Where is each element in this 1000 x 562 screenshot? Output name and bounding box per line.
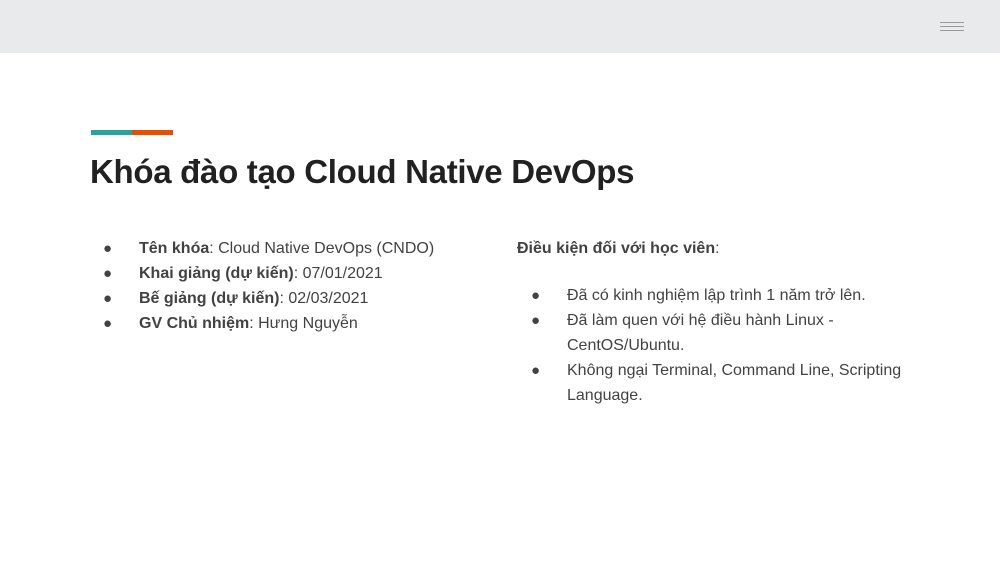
requirement-text: Không ngại Terminal, Command Line, Scrip…: [567, 362, 902, 404]
info-value: : Cloud Native DevOps (CNDO): [209, 240, 435, 257]
list-item: ● Đã làm quen với hệ điều hành Linux - Ce…: [517, 308, 917, 358]
requirement-text: Đã làm quen với hệ điều hành Linux - Cen…: [567, 312, 834, 354]
bullet-icon: ●: [531, 287, 541, 304]
page-title: Khóa đào tạo Cloud Native DevOps: [90, 153, 635, 190]
info-label: Khai giảng (dự kiến): [139, 265, 294, 282]
info-value: : Hưng Nguyễn: [249, 315, 358, 332]
list-item: ● Không ngại Terminal, Command Line, Scri…: [517, 358, 917, 408]
list-item: ● Bế giảng (dự kiến): 02/03/2021: [103, 286, 483, 311]
hamburger-icon[interactable]: [940, 22, 964, 32]
info-value: : 07/01/2021: [293, 265, 383, 282]
list-item: ● Khai giảng (dự kiến): 07/01/2021: [103, 261, 483, 286]
bullet-icon: ●: [103, 240, 113, 257]
list-item: ● GV Chủ nhiệm: Hưng Nguyễn: [103, 311, 483, 336]
course-info-column: ● Tên khóa: Cloud Native DevOps (CNDO) ● K…: [103, 236, 483, 336]
bullet-icon: ●: [103, 290, 113, 307]
info-label: Bế giảng (dự kiến): [139, 290, 280, 307]
list-item: ● Đã có kinh nghiệm lập trình 1 năm trở l…: [517, 283, 917, 308]
requirement-text: Đã có kinh nghiệm lập trình 1 năm trở lê…: [567, 287, 866, 304]
menu-line: [940, 30, 964, 31]
requirements-heading-colon: :: [715, 240, 720, 257]
accent-orange-segment: [132, 130, 173, 135]
bullet-icon: ●: [103, 265, 113, 282]
course-info-list: ● Tên khóa: Cloud Native DevOps (CNDO) ● K…: [103, 236, 483, 336]
info-label: GV Chủ nhiệm: [139, 315, 250, 332]
title-accent-bar: [91, 130, 173, 135]
requirements-column: Điều kiện đối với học viên: ● Đã có kinh …: [517, 236, 917, 408]
requirements-heading-label: Điều kiện đối với học viên: [517, 240, 716, 257]
info-value: : 02/03/2021: [279, 290, 369, 307]
list-item: ● Tên khóa: Cloud Native DevOps (CNDO): [103, 236, 483, 261]
bullet-icon: ●: [531, 312, 541, 329]
bullet-icon: ●: [531, 362, 541, 379]
requirements-heading: Điều kiện đối với học viên:: [517, 236, 917, 261]
info-label: Tên khóa: [139, 240, 210, 257]
requirements-list: ● Đã có kinh nghiệm lập trình 1 năm trở l…: [517, 283, 917, 408]
top-bar: [0, 0, 1000, 53]
accent-teal-segment: [91, 130, 132, 135]
menu-line: [940, 22, 964, 23]
bullet-icon: ●: [103, 315, 113, 332]
menu-line: [940, 26, 964, 27]
